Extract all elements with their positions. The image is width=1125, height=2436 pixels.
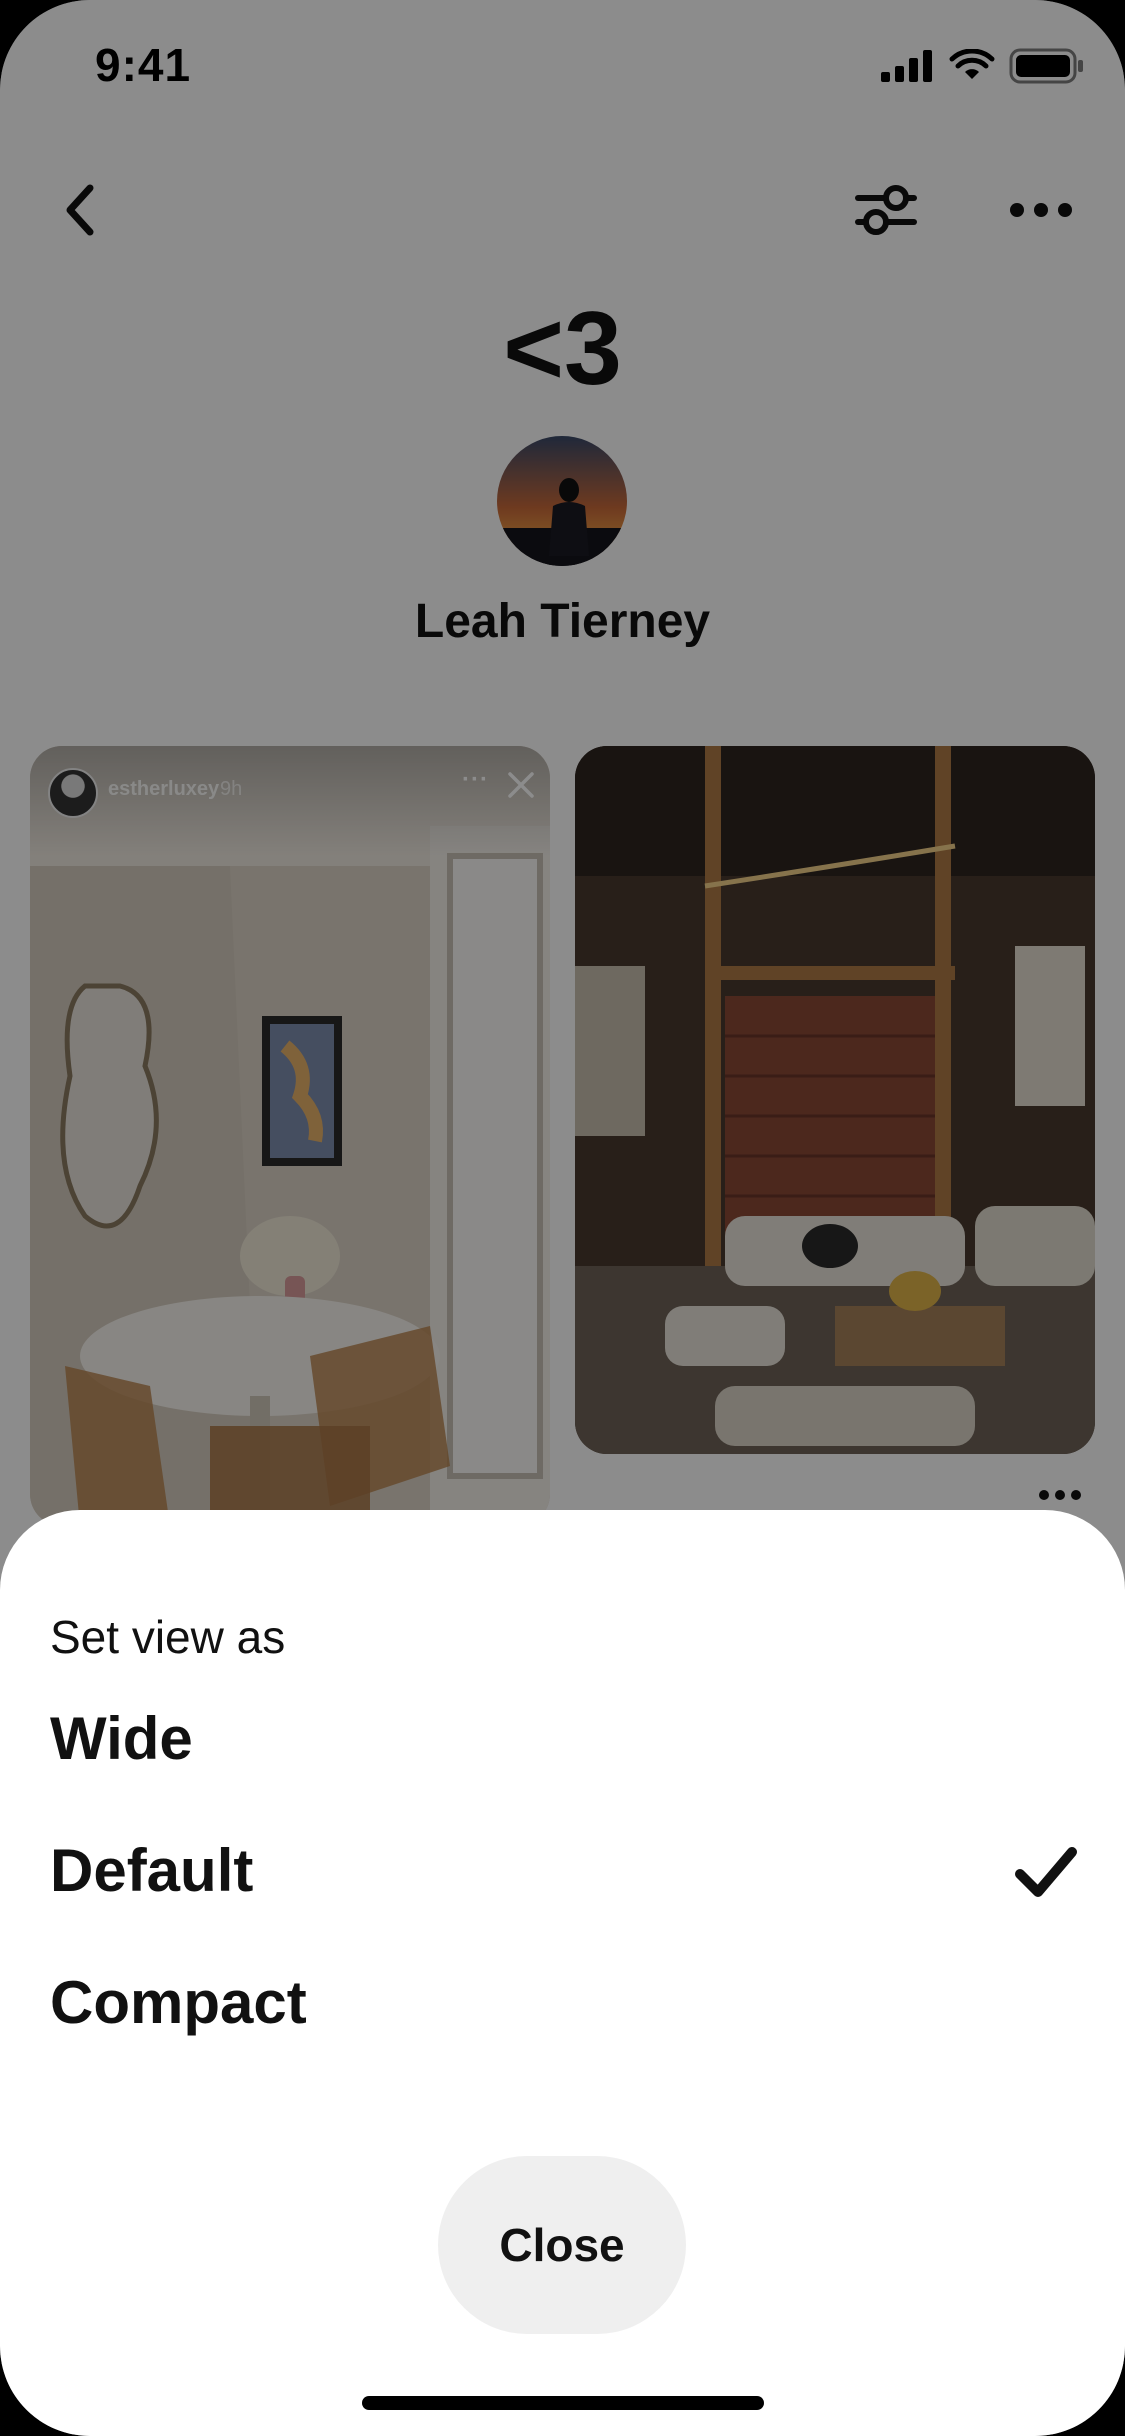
home-indicator[interactable] [362, 2396, 764, 2410]
close-button[interactable]: Close [438, 2156, 686, 2334]
option-label: Default [50, 1837, 254, 1904]
view-option-wide[interactable]: Wide [0, 1680, 1125, 1790]
view-option-compact[interactable]: Compact [0, 1944, 1125, 2054]
view-options-sheet: Set view as Wide Default Compact Close [0, 1510, 1125, 2436]
phone-screen: 9:41 <3 Leah Tierney estherluxey 9h ··· … [0, 0, 1125, 2436]
option-label: Wide [50, 1705, 193, 1772]
sheet-title: Set view as [50, 1611, 286, 1663]
view-option-default[interactable]: Default [0, 1812, 1125, 1922]
checkmark-icon [1015, 1847, 1077, 1897]
option-label: Compact [50, 1969, 307, 2036]
